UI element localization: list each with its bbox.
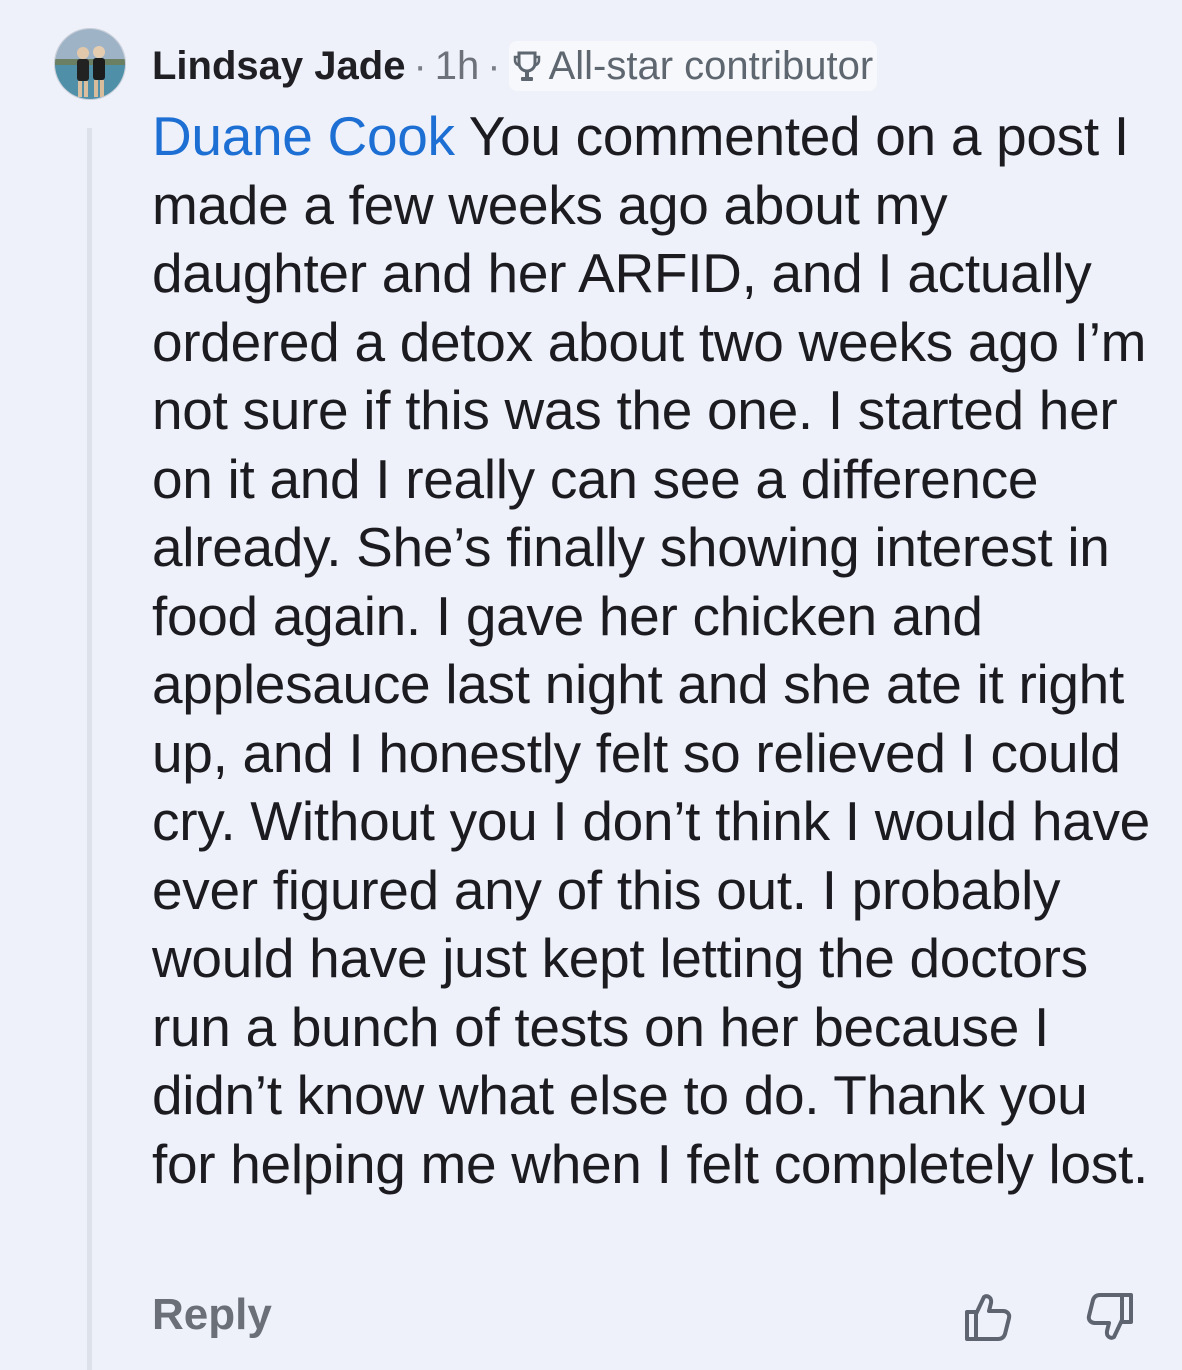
comment-timestamp: 1h: [434, 43, 480, 88]
reply-button[interactable]: Reply: [152, 1290, 272, 1340]
comment-message: You commented on a post I made a few wee…: [152, 105, 1150, 1195]
contributor-badge: All-star contributor: [508, 41, 878, 91]
badge-label: All-star contributor: [548, 43, 874, 88]
comment-text: Duane Cook You commented on a post I mad…: [152, 102, 1162, 1198]
thumbs-up-icon[interactable]: [960, 1290, 1014, 1344]
user-mention-link[interactable]: Duane Cook: [152, 105, 455, 167]
thumbs-down-icon[interactable]: [1084, 1290, 1138, 1344]
avatar-photo: [55, 29, 125, 99]
separator-dot: ·: [413, 43, 427, 88]
thread-line: [87, 128, 92, 1370]
separator-dot: ·: [487, 43, 501, 88]
comment-header: Lindsay Jade · 1h · All-star contributor: [152, 34, 878, 98]
author-name[interactable]: Lindsay Jade: [152, 44, 405, 89]
avatar[interactable]: [54, 28, 126, 100]
trophy-icon: [513, 49, 541, 83]
